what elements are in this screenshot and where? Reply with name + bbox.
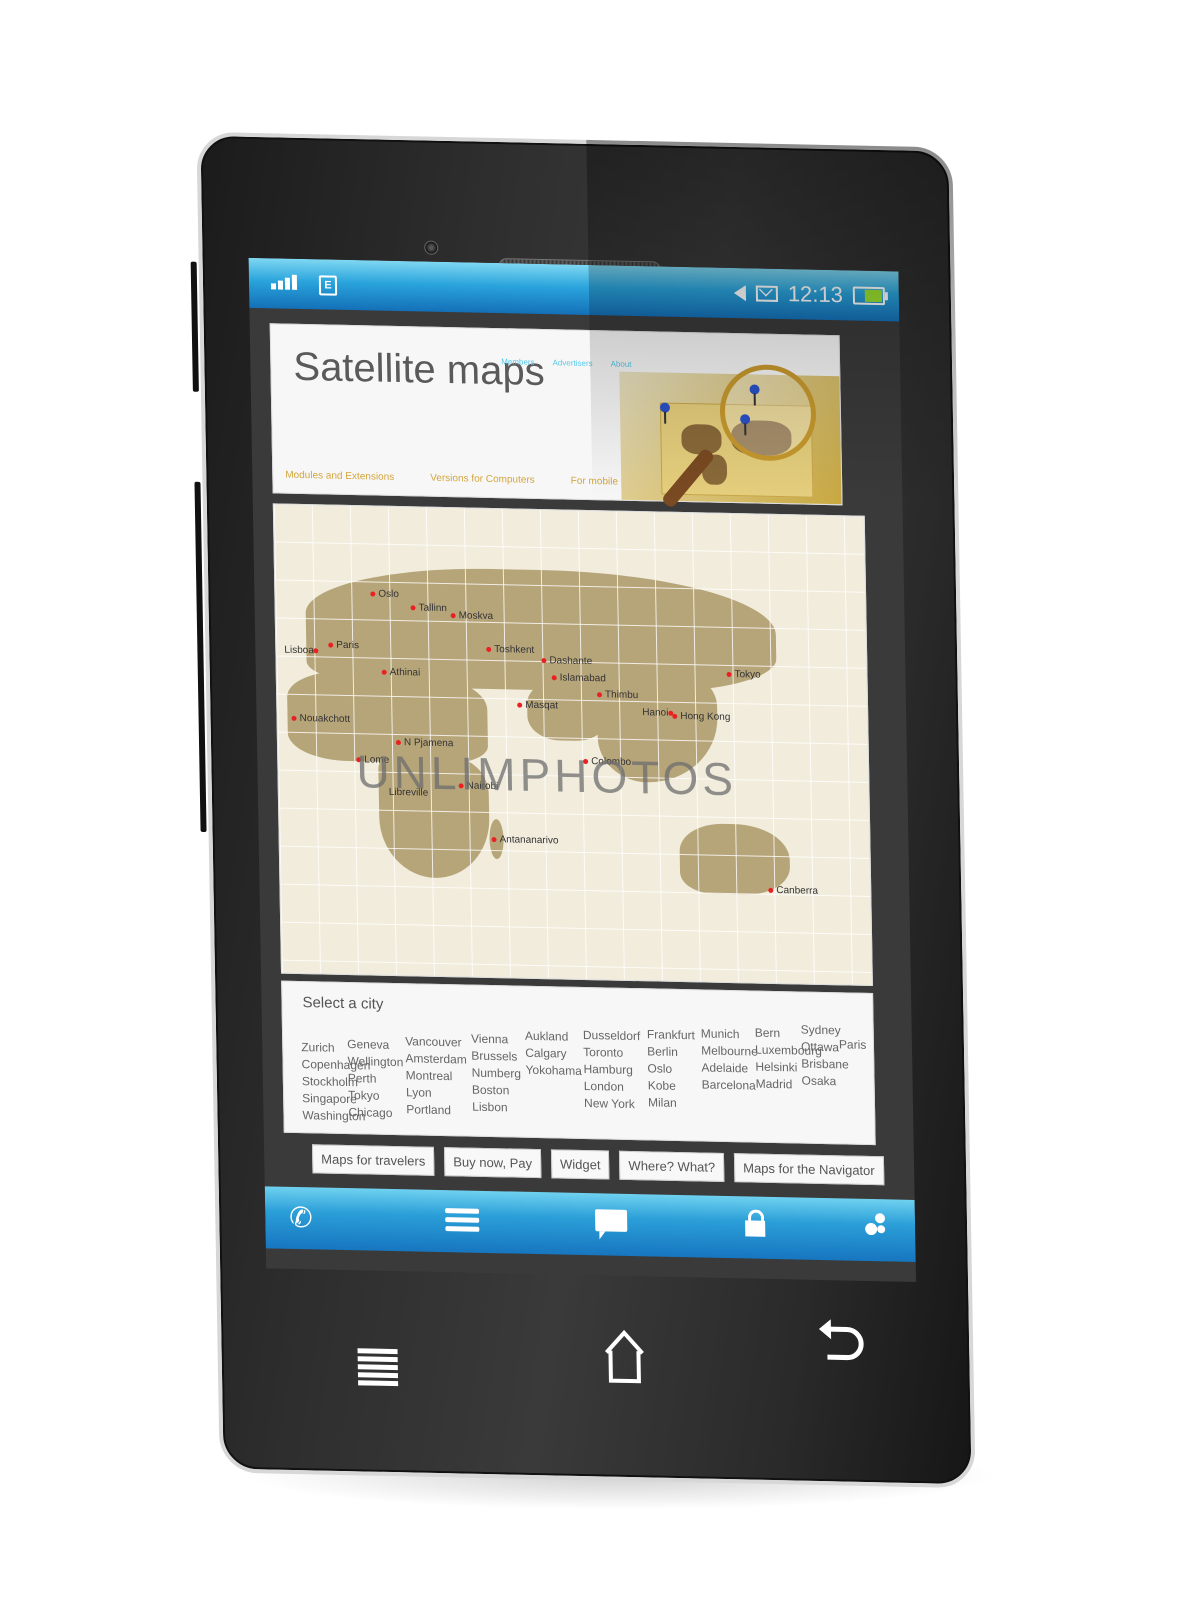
- city-link[interactable]: Amsterdam: [405, 1051, 467, 1066]
- city-link[interactable]: Vienna: [471, 1032, 508, 1047]
- city-link[interactable]: Aukland: [525, 1029, 569, 1044]
- city-link[interactable]: Helsinki: [755, 1060, 797, 1075]
- bottom-nav-bar: ✆: [264, 1186, 916, 1262]
- city-link[interactable]: Sydney: [801, 1023, 841, 1038]
- world-map[interactable]: Oslo Tallinn Moskva Lisboa Paris Athinai…: [272, 503, 873, 987]
- menu-icon[interactable]: [445, 1204, 480, 1236]
- volume-button[interactable]: [190, 261, 199, 392]
- city-link[interactable]: Barcelona: [702, 1077, 756, 1092]
- city-link[interactable]: Portland: [406, 1102, 451, 1117]
- city-link[interactable]: Adelaide: [701, 1060, 748, 1075]
- map-city-marker[interactable]: Athinai: [381, 667, 420, 679]
- map-city-marker[interactable]: Tallinn: [410, 602, 447, 614]
- map-city-marker[interactable]: Hong Kong: [672, 711, 730, 723]
- watermark: UNLIMPHOTOS: [355, 745, 738, 806]
- city-link[interactable]: Madrid: [756, 1077, 793, 1092]
- city-select-panel: Select a city Zurich Copenhagen Stockholm S…: [281, 980, 876, 1146]
- unlock-icon[interactable]: [745, 1210, 766, 1237]
- map-city-marker[interactable]: Moskva: [450, 610, 493, 622]
- city-link[interactable]: Bern: [755, 1026, 781, 1041]
- city-list: Zurich Copenhagen Stockholm Singapore Washin…: [301, 1023, 866, 1136]
- where-what-button[interactable]: Where? What?: [619, 1150, 725, 1182]
- city-link[interactable]: Zurich: [301, 1040, 335, 1055]
- city-link[interactable]: Oslo: [647, 1061, 672, 1076]
- site-title: Satellite maps: [293, 344, 545, 395]
- home-icon[interactable]: [602, 1328, 647, 1390]
- sub-link-modules[interactable]: Modules and Extensions: [285, 470, 394, 483]
- city-link[interactable]: Dusseldorf: [583, 1028, 641, 1043]
- city-link[interactable]: Vancouver: [405, 1034, 462, 1049]
- city-link[interactable]: Osaka: [801, 1074, 836, 1089]
- map-city-marker[interactable]: Tokyo: [726, 669, 761, 681]
- city-link[interactable]: Wellington: [347, 1054, 403, 1069]
- city-link[interactable]: Chicago: [348, 1105, 392, 1120]
- city-link[interactable]: Milan: [648, 1095, 677, 1110]
- nav-link-advertisers[interactable]: Advertisers: [552, 358, 592, 368]
- city-link[interactable]: Calgary: [525, 1046, 567, 1061]
- map-city-marker[interactable]: Islamabad: [551, 672, 606, 684]
- map-city-marker[interactable]: Canberra: [768, 885, 818, 897]
- bubbles-icon[interactable]: [861, 1213, 892, 1244]
- screen-gloss: [586, 139, 959, 508]
- city-link[interactable]: Numberg: [472, 1066, 522, 1081]
- chat-icon[interactable]: [594, 1209, 628, 1232]
- map-city-marker[interactable]: Masqat: [517, 700, 558, 711]
- map-city-marker[interactable]: Paris: [328, 640, 359, 651]
- city-link[interactable]: Brisbane: [801, 1057, 849, 1072]
- city-link[interactable]: Kobe: [648, 1078, 676, 1093]
- city-link[interactable]: Geneva: [347, 1037, 389, 1052]
- map-city-marker[interactable]: Lisboa: [284, 645, 322, 657]
- sub-link-computers[interactable]: Versions for Computers: [430, 473, 535, 486]
- widget-button[interactable]: Widget: [550, 1149, 610, 1180]
- city-link[interactable]: New York: [584, 1096, 635, 1111]
- map-city-marker[interactable]: Thimbu: [596, 689, 638, 701]
- city-link[interactable]: Yokohama: [525, 1063, 582, 1078]
- action-buttons: Maps for travelers Buy now, Pay Widget W…: [311, 1144, 884, 1186]
- city-select-title: Select a city: [302, 994, 384, 1013]
- city-link[interactable]: Berlin: [647, 1044, 678, 1059]
- city-link[interactable]: London: [584, 1079, 624, 1094]
- city-link[interactable]: Frankfurt: [647, 1027, 695, 1042]
- city-link[interactable]: Ottawa: [801, 1040, 839, 1055]
- city-link[interactable]: Melbourne: [701, 1043, 758, 1058]
- city-link[interactable]: Paris: [839, 1037, 867, 1052]
- city-link[interactable]: Perth: [348, 1071, 377, 1086]
- map-city-marker[interactable]: Dashante: [541, 655, 592, 667]
- network-type-icon: E: [318, 275, 338, 296]
- city-link[interactable]: Toronto: [583, 1045, 623, 1060]
- city-link[interactable]: Brussels: [471, 1049, 517, 1064]
- map-city-marker[interactable]: Toshkent: [486, 644, 534, 656]
- map-city-marker[interactable]: Nouakchott: [291, 713, 350, 725]
- city-link[interactable]: Munich: [701, 1026, 740, 1041]
- smartphone: E 12:13 Satellite maps Members Advertise…: [190, 131, 976, 1489]
- nav-link-members[interactable]: Members: [501, 357, 534, 367]
- phone-icon[interactable]: ✆: [289, 1202, 313, 1234]
- map-city-marker[interactable]: Antananarivo: [491, 834, 559, 846]
- map-city-marker[interactable]: Oslo: [370, 588, 399, 600]
- city-link[interactable]: Lisbon: [472, 1100, 508, 1115]
- signal-bars-icon: [270, 274, 298, 290]
- maps-for-navigator-button[interactable]: Maps for the Navigator: [733, 1153, 884, 1186]
- city-link[interactable]: Tokyo: [348, 1088, 380, 1103]
- maps-for-travelers-button[interactable]: Maps for travelers: [311, 1144, 435, 1176]
- city-link[interactable]: Boston: [472, 1083, 510, 1098]
- city-link[interactable]: Hamburg: [583, 1062, 633, 1077]
- city-link[interactable]: Lyon: [406, 1085, 432, 1100]
- front-camera: [424, 240, 439, 255]
- buy-now-button[interactable]: Buy now, Pay: [444, 1147, 542, 1179]
- hardware-menu-icon[interactable]: [357, 1345, 399, 1389]
- city-link[interactable]: Montreal: [406, 1068, 453, 1083]
- back-icon[interactable]: [817, 1317, 868, 1373]
- hardware-buttons: [216, 1282, 975, 1488]
